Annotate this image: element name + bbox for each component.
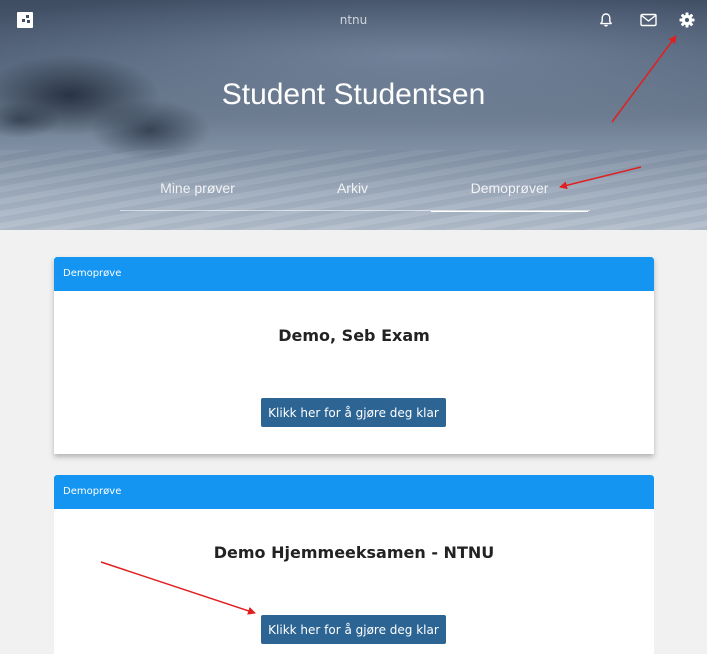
mail-icon[interactable] bbox=[638, 10, 658, 30]
hero-banner: ntnu Student Studentsen Mine prøver Arki… bbox=[0, 0, 707, 230]
tab-arkiv[interactable]: Arkiv bbox=[275, 180, 430, 212]
exam-card: Demoprøve Demo Hjemmeeksamen - NTNU Klik… bbox=[54, 475, 654, 654]
tab-mine-prover[interactable]: Mine prøver bbox=[120, 180, 275, 212]
get-ready-button[interactable]: Klikk her for å gjøre deg klar bbox=[261, 615, 446, 644]
tab-demoprover[interactable]: Demoprøver bbox=[431, 180, 588, 212]
user-name-heading: Student Studentsen bbox=[221, 78, 486, 111]
get-ready-button[interactable]: Klikk her for å gjøre deg klar bbox=[261, 398, 446, 427]
bell-icon[interactable] bbox=[596, 10, 616, 30]
card-header: Demoprøve bbox=[54, 257, 654, 291]
card-title: Demo, Seb Exam bbox=[278, 326, 430, 345]
card-header: Demoprøve bbox=[54, 475, 654, 509]
exam-card: Demoprøve Demo, Seb Exam Klikk her for å… bbox=[54, 257, 654, 454]
card-title: Demo Hjemmeeksamen - NTNU bbox=[213, 543, 495, 562]
gear-icon[interactable] bbox=[677, 10, 697, 30]
